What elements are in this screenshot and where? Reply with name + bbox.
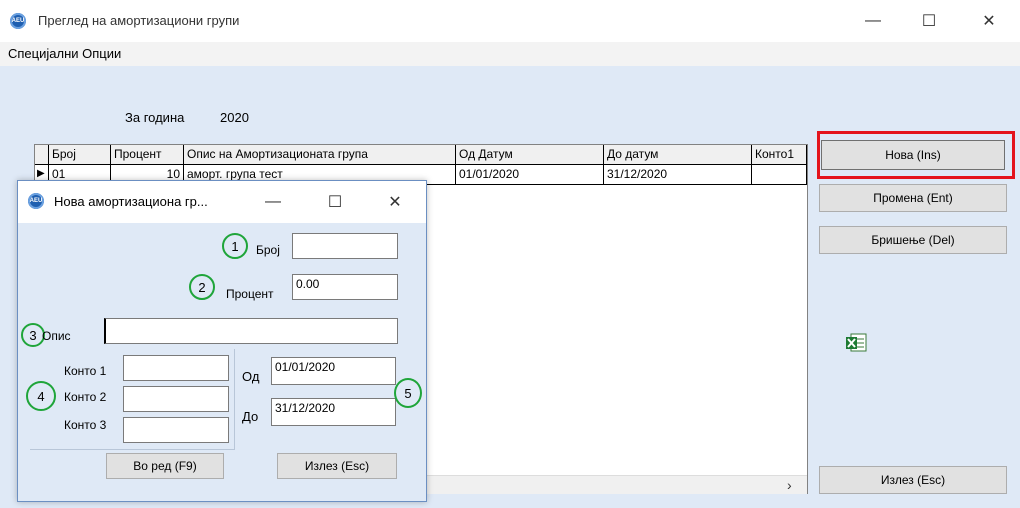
opis-input[interactable]	[104, 318, 398, 344]
close-button[interactable]: ✕	[966, 0, 1012, 42]
konto1-input[interactable]	[123, 355, 229, 381]
broj-input[interactable]	[292, 233, 398, 259]
marker-2: 2	[189, 274, 215, 300]
konto3-input[interactable]	[123, 417, 229, 443]
konto3-label: Конто 3	[64, 418, 107, 432]
new-button-highlight	[817, 131, 1015, 179]
menu-bar: Специјални Опции	[0, 42, 1020, 66]
column-header-od-datum[interactable]: Од Датум	[456, 145, 604, 165]
column-header-opis[interactable]: Опис на Амортизационата група	[184, 145, 456, 165]
edit-button[interactable]: Промена (Ent)	[819, 184, 1007, 212]
marker-4: 4	[26, 381, 56, 411]
column-header-do-datum[interactable]: До датум	[604, 145, 752, 165]
do-date-input[interactable]: 31/12/2020	[271, 398, 396, 426]
row-indicator-header	[35, 145, 49, 165]
menu-special-options[interactable]: Специјални Опции	[8, 46, 121, 61]
column-header-procent[interactable]: Процент	[111, 145, 184, 165]
dialog-title: Нова амортизациона гр...	[54, 194, 208, 209]
table-cell-od-datum[interactable]: 01/01/2020	[456, 165, 604, 185]
column-header-broj[interactable]: Број	[49, 145, 111, 165]
table-cell-konto1[interactable]	[752, 165, 807, 185]
konto2-label: Конто 2	[64, 390, 107, 404]
maximize-button[interactable]: ☐	[906, 0, 952, 42]
procent-label: Процент	[226, 287, 274, 301]
marker-5: 5	[394, 378, 422, 408]
opis-label: Опис	[42, 329, 71, 343]
minimize-button[interactable]: —	[850, 0, 896, 42]
excel-icon[interactable]	[845, 333, 867, 353]
od-label: Од	[242, 369, 260, 384]
year-label: За година	[125, 110, 185, 125]
window-title: Преглед на амортизациони групи	[38, 13, 240, 28]
procent-input[interactable]: 0.00	[292, 274, 398, 300]
table-cell-do-datum[interactable]: 31/12/2020	[604, 165, 752, 185]
dialog-save-button[interactable]: Во ред (F9)	[106, 453, 224, 479]
marker-1: 1	[222, 233, 248, 259]
konto2-input[interactable]	[123, 386, 229, 412]
dialog-exit-button[interactable]: Излез (Esc)	[277, 453, 397, 479]
scroll-right-icon[interactable]: ›	[787, 477, 792, 493]
year-value: 2020	[220, 110, 249, 125]
new-group-dialog: AEU Нова амортизациона гр... — ☐ ✕ 1 Бро…	[17, 180, 427, 502]
dialog-app-icon: AEU	[28, 193, 44, 209]
title-bar: AEU Преглед на амортизациони групи — ☐ ✕	[0, 0, 1020, 42]
broj-label: Број	[256, 243, 280, 257]
konto1-label: Конто 1	[64, 364, 107, 378]
main-exit-button[interactable]: Излез (Esc)	[819, 466, 1007, 494]
dialog-body: 1 Број 2 Процент 0.00 3 Опис 4 Конто 1 К…	[18, 223, 426, 501]
dialog-maximize-button[interactable]: ☐	[312, 181, 358, 223]
do-label: До	[242, 409, 259, 424]
dialog-minimize-button[interactable]: —	[250, 181, 296, 223]
column-header-konto1[interactable]: Конто1	[752, 145, 807, 165]
app-icon: AEU	[10, 13, 26, 29]
dialog-close-button[interactable]: ✕	[372, 181, 418, 223]
od-date-input[interactable]: 01/01/2020	[271, 357, 396, 385]
delete-button[interactable]: Бришење (Del)	[819, 226, 1007, 254]
